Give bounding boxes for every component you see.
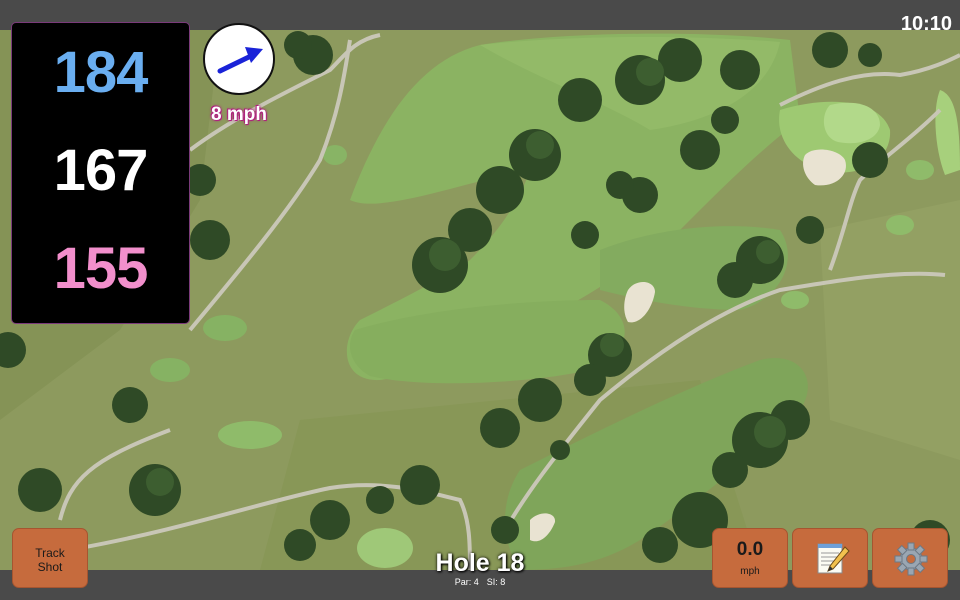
center-yardage: 167 bbox=[53, 138, 149, 203]
front-yardage: 155 bbox=[53, 236, 149, 301]
notes-button[interactable] bbox=[792, 528, 868, 588]
clock: 10:10 bbox=[900, 13, 952, 35]
settings-button[interactable] bbox=[872, 528, 948, 588]
wind-speed-value: 8 mph bbox=[211, 104, 267, 125]
golf-gps-screen: 10:10 184 167 155 8 mph Track Shot Hole 1… bbox=[0, 0, 960, 600]
notepad-icon bbox=[817, 543, 850, 574]
speed-value: 0.0 bbox=[736, 539, 764, 560]
wind-speed-label: 8 mph bbox=[193, 104, 285, 126]
hole-info: Par: 4 SI: 8 bbox=[380, 577, 580, 587]
hole-par: Par: 4 bbox=[454, 577, 479, 587]
track-shot-button[interactable]: Track Shot bbox=[12, 528, 88, 588]
arrow-icon bbox=[217, 47, 263, 74]
hole-stroke-index: SI: 8 bbox=[486, 577, 506, 587]
speed-button[interactable]: 0.0 mph bbox=[712, 528, 788, 588]
track-shot-label: Track Shot bbox=[13, 546, 87, 574]
back-yardage: 184 bbox=[53, 40, 149, 105]
hole-title: Hole 18 bbox=[435, 549, 525, 577]
yardage-panel: 184 167 155 bbox=[11, 22, 190, 324]
wind-direction-indicator bbox=[203, 23, 275, 95]
gear-icon bbox=[894, 542, 928, 576]
speed-unit: mph bbox=[740, 566, 760, 577]
track-shot-label-line1: Track bbox=[35, 546, 65, 560]
track-shot-label-line2: Shot bbox=[37, 560, 63, 574]
